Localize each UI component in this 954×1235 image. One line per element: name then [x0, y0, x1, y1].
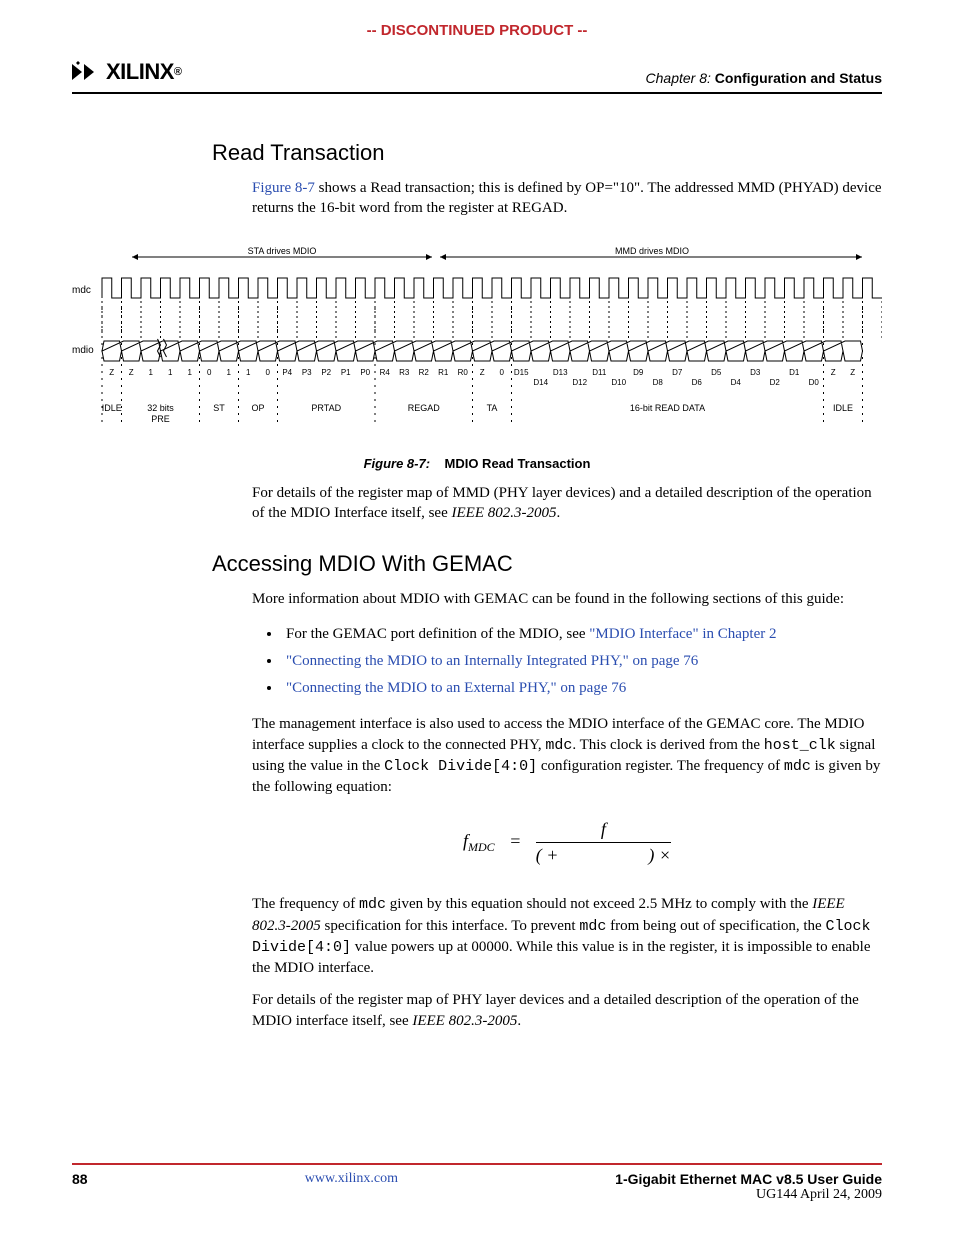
svg-text:D0: D0: [809, 378, 820, 387]
doc-sub: UG144 April 24, 2009: [615, 1187, 882, 1203]
svg-text:D3: D3: [750, 368, 761, 377]
svg-text:D4: D4: [731, 378, 742, 387]
svg-text:MMD drives MDIO: MMD drives MDIO: [615, 246, 689, 256]
heading-accessing-mdio: Accessing MDIO With GEMAC: [212, 551, 882, 577]
discontinued-banner: -- DISCONTINUED PRODUCT --: [72, 0, 882, 39]
svg-text:P0: P0: [360, 368, 370, 377]
management-paragraph: The management interface is also used to…: [252, 714, 882, 797]
figure-title: MDIO Read Transaction: [445, 456, 591, 471]
svg-text:1: 1: [227, 368, 232, 377]
svg-text:D5: D5: [711, 368, 722, 377]
svg-text:1: 1: [149, 368, 154, 377]
svg-text:ST: ST: [213, 403, 225, 413]
after-figure-paragraph: For details of the register map of MMD (…: [252, 483, 882, 524]
svg-text:PRE: PRE: [151, 414, 170, 424]
svg-text:0: 0: [266, 368, 271, 377]
svg-text:mdc: mdc: [72, 285, 91, 296]
header-rule: [72, 92, 882, 94]
svg-text:0: 0: [500, 368, 505, 377]
svg-text:D2: D2: [770, 378, 781, 387]
timing-diagram: STA drives MDIO MMD drives MDIO mdc mdio…: [72, 243, 882, 443]
chapter-prefix: Chapter 8:: [646, 70, 711, 86]
svg-text:Z: Z: [129, 368, 134, 377]
svg-text:1: 1: [188, 368, 193, 377]
svg-text:D12: D12: [572, 378, 587, 387]
svg-text:TA: TA: [487, 403, 498, 413]
svg-text:D7: D7: [672, 368, 683, 377]
ieee-ref-3: IEEE 802.3-2005: [412, 1013, 517, 1029]
bullet-list: For the GEMAC port definition of the MDI…: [282, 621, 882, 702]
read-transaction-paragraph: Figure 8-7 shows a Read transaction; thi…: [252, 178, 882, 219]
figure-8-7: STA drives MDIO MMD drives MDIO mdc mdio…: [72, 243, 882, 471]
svg-text:P1: P1: [341, 368, 351, 377]
link-internal-phy[interactable]: "Connecting the MDIO to an Internally In…: [286, 653, 698, 669]
svg-text:PRTAD: PRTAD: [311, 403, 341, 413]
page-number: 88: [72, 1171, 88, 1203]
figure-label: Figure 8-7:: [364, 456, 430, 471]
link-mdio-interface[interactable]: "MDIO Interface" in Chapter 2: [589, 626, 776, 642]
details-paragraph: For details of the register map of PHY l…: [252, 990, 882, 1031]
svg-text:1: 1: [168, 368, 173, 377]
svg-text:mdio: mdio: [72, 345, 94, 356]
svg-text:IDLE: IDLE: [102, 403, 122, 413]
figure-ref-link[interactable]: Figure 8-7: [252, 180, 315, 196]
svg-text:D15: D15: [514, 368, 529, 377]
chapter-title: Configuration and Status: [715, 70, 882, 86]
svg-text:STA drives MDIO: STA drives MDIO: [248, 246, 317, 256]
svg-text:D8: D8: [653, 378, 664, 387]
after-figure-text: For details of the register map of MMD (…: [252, 485, 872, 521]
ieee-ref-1: IEEE 802.3-2005: [452, 505, 557, 521]
svg-text:R3: R3: [399, 368, 410, 377]
svg-text:R1: R1: [438, 368, 449, 377]
heading-read-transaction: Read Transaction: [212, 140, 882, 166]
frequency-equation: fMDC = f ( + ) ×: [252, 819, 882, 866]
svg-text:D1: D1: [789, 368, 800, 377]
svg-text:OP: OP: [251, 403, 264, 413]
doc-title: 1-Gigabit Ethernet MAC v8.5 User Guide: [615, 1171, 882, 1187]
footer-url[interactable]: www.xilinx.com: [305, 1171, 398, 1203]
svg-text:16-bit READ DATA: 16-bit READ DATA: [630, 403, 705, 413]
svg-text:Z: Z: [850, 368, 855, 377]
svg-text:P2: P2: [321, 368, 331, 377]
list-item: For the GEMAC port definition of the MDI…: [282, 621, 882, 648]
svg-text:Z: Z: [109, 368, 114, 377]
svg-text:R2: R2: [419, 368, 430, 377]
link-external-phy[interactable]: "Connecting the MDIO to an External PHY,…: [286, 680, 626, 696]
svg-text:R0: R0: [458, 368, 469, 377]
svg-text:1: 1: [246, 368, 251, 377]
svg-text:IDLE: IDLE: [833, 403, 853, 413]
svg-text:D9: D9: [633, 368, 644, 377]
svg-text:P3: P3: [302, 368, 312, 377]
svg-text:Z: Z: [831, 368, 836, 377]
page-footer: 88 www.xilinx.com 1-Gigabit Ethernet MAC…: [72, 1163, 882, 1203]
svg-text:D14: D14: [533, 378, 548, 387]
svg-text:D11: D11: [592, 368, 607, 377]
svg-text:P4: P4: [282, 368, 292, 377]
svg-text:Z: Z: [480, 368, 485, 377]
figure-caption: Figure 8-7: MDIO Read Transaction: [72, 456, 882, 471]
logo-icon: [72, 61, 102, 83]
svg-text:D10: D10: [611, 378, 626, 387]
svg-text:0: 0: [207, 368, 212, 377]
svg-text:REGAD: REGAD: [408, 403, 441, 413]
frequency-paragraph: The frequency of mdc given by this equat…: [252, 894, 882, 978]
read-transaction-text: shows a Read transaction; this is define…: [252, 180, 882, 216]
logo-text: XILINX: [106, 59, 174, 85]
svg-text:R4: R4: [380, 368, 391, 377]
list-item: "Connecting the MDIO to an External PHY,…: [282, 675, 882, 702]
svg-text:D6: D6: [692, 378, 703, 387]
chapter-header: Chapter 8: Configuration and Status: [646, 70, 882, 86]
svg-text:D13: D13: [553, 368, 568, 377]
list-item: "Connecting the MDIO to an Internally In…: [282, 648, 882, 675]
svg-text:32 bits: 32 bits: [147, 403, 174, 413]
xilinx-logo: XILINX®: [72, 59, 182, 85]
section2-intro: More information about MDIO with GEMAC c…: [252, 589, 882, 609]
